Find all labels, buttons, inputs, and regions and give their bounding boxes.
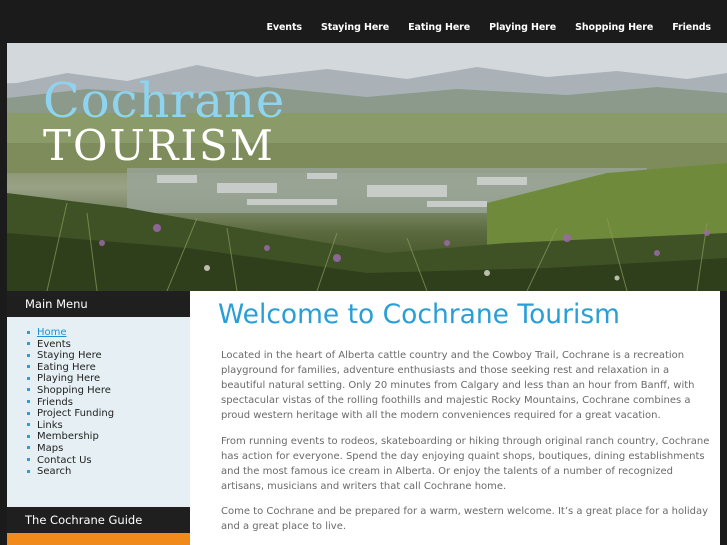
menu-item-playing-here: Playing Here [27,373,190,385]
menu-link-friends[interactable]: Friends [37,397,73,408]
nav-friends[interactable]: Friends [672,22,711,33]
menu-link-staying-here[interactable]: Staying Here [37,350,102,361]
top-nav-list: Events Staying Here Eating Here Playing … [247,15,711,34]
menu-link-playing-here[interactable]: Playing Here [37,373,100,384]
nav-eating-here[interactable]: Eating Here [408,22,470,33]
menu-item-eating-here: Eating Here [27,362,190,374]
menu-item-links: Links [27,420,190,432]
menu-link-project-funding[interactable]: Project Funding [37,408,114,419]
right-border [720,291,727,545]
menu-item-project-funding: Project Funding [27,408,190,420]
logo-tourism: TOURISM [43,121,275,170]
menu-link-eating-here[interactable]: Eating Here [37,362,96,373]
nav-playing-here[interactable]: Playing Here [489,22,556,33]
menu-item-membership: Membership [27,431,190,443]
menu-item-events: Events [27,339,190,351]
nav-staying-here[interactable]: Staying Here [321,22,389,33]
menu-link-membership[interactable]: Membership [37,431,99,442]
main-menu-list: Home Events Staying Here Eating Here Pla… [7,327,190,478]
cochrane-guide-banner[interactable] [7,533,190,545]
menu-item-shopping-here: Shopping Here [27,385,190,397]
menu-item-home: Home [27,327,190,339]
main-content: Welcome to Cochrane Tourism Located in t… [190,291,720,545]
menu-item-search: Search [27,466,190,478]
main-menu-title: Main Menu [7,291,190,317]
nav-events[interactable]: Events [266,22,302,33]
sidebar: Main Menu Home Events Staying Here Eatin… [7,291,190,545]
cochrane-guide-title: The Cochrane Guide [7,507,190,533]
menu-link-search[interactable]: Search [37,466,71,477]
menu-item-contact-us: Contact Us [27,455,190,467]
activities-paragraph: From running events to rodeos, skateboar… [221,436,710,492]
menu-link-shopping-here[interactable]: Shopping Here [37,385,111,396]
intro-paragraph: Located in the heart of Alberta cattle c… [221,350,695,421]
menu-link-contact-us[interactable]: Contact Us [37,455,92,466]
menu-link-maps[interactable]: Maps [37,443,63,454]
menu-link-home[interactable]: Home [37,327,67,338]
menu-link-links[interactable]: Links [37,420,63,431]
menu-item-friends: Friends [27,397,190,409]
menu-link-events[interactable]: Events [37,339,71,350]
header-banner: Cochrane TOURISM [7,43,727,291]
top-navigation: Events Staying Here Eating Here Playing … [0,0,727,42]
nav-shopping-here[interactable]: Shopping Here [575,22,653,33]
menu-item-maps: Maps [27,443,190,455]
menu-item-staying-here: Staying Here [27,350,190,362]
welcome-paragraph: Come to Cochrane and be prepared for a w… [221,506,709,532]
page-title: Welcome to Cochrane Tourism [218,299,620,330]
